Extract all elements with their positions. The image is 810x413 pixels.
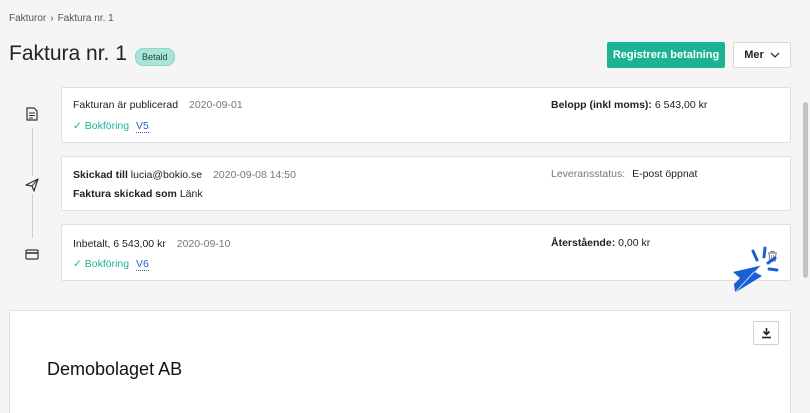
register-payment-button[interactable]: Registrera betalning	[607, 42, 725, 68]
breadcrumb: Fakturor › Faktura nr. 1	[9, 13, 114, 24]
company-name: Demobolaget AB	[47, 359, 183, 379]
booking-link-v6[interactable]: V6	[136, 258, 149, 271]
amount-label: Belopp (inkl moms):	[551, 99, 652, 111]
event-date: 2020-09-10	[176, 238, 231, 250]
remaining-value: 0,00 kr	[618, 237, 651, 249]
more-label: Mer	[744, 49, 764, 61]
sent-label: Skickad till	[73, 169, 128, 181]
booking-label: Bokföring	[84, 120, 130, 132]
amount-value: 6 543,00 kr	[654, 99, 708, 111]
chevron-down-icon	[770, 52, 780, 58]
breadcrumb-current: Faktura nr. 1	[57, 13, 114, 24]
download-icon	[761, 328, 771, 339]
more-button[interactable]: Mer	[733, 42, 791, 68]
pointer-cursor-icon	[733, 246, 779, 292]
check-icon: ✓	[73, 258, 82, 270]
scrollbar[interactable]	[803, 102, 808, 278]
breadcrumb-separator: ›	[50, 13, 54, 24]
remaining-label: Återstående:	[551, 237, 616, 249]
invoice-preview: Demobolaget AB	[9, 310, 791, 413]
send-icon	[23, 176, 41, 194]
event-text: Fakturan är publicerad	[73, 99, 179, 111]
event-card-sent: Skickad till lucia@bokio.se 2020-09-08 1…	[61, 156, 791, 211]
sent-as-value: Länk	[179, 188, 203, 200]
card-icon	[23, 245, 41, 263]
delivery-status-value: E-post öppnat	[632, 168, 698, 180]
event-date: 2020-09-01	[188, 99, 243, 111]
event-text: Inbetalt, 6 543,00 kr	[73, 238, 166, 250]
delivery-status-label: Leveransstatus:	[551, 168, 626, 180]
document-icon	[23, 105, 41, 123]
recipient-email: lucia@bokio.se	[130, 169, 203, 181]
download-button[interactable]	[753, 321, 779, 345]
booking-link-v5[interactable]: V5	[136, 120, 149, 133]
check-icon: ✓	[73, 120, 82, 132]
sent-as-label: Faktura skickad som	[73, 188, 177, 200]
booking-label: Bokföring	[84, 258, 130, 270]
status-badge: Betald	[135, 48, 175, 66]
breadcrumb-link-fakturor[interactable]: Fakturor	[9, 13, 46, 24]
event-date: 2020-09-08 14:50	[213, 169, 296, 181]
event-card-paid: Inbetalt, 6 543,00 kr 2020-09-10 ✓ Bokfö…	[61, 224, 791, 281]
page-title: Faktura nr. 1	[9, 42, 127, 65]
event-card-published: Fakturan är publicerad 2020-09-01 ✓ Bokf…	[61, 87, 791, 143]
